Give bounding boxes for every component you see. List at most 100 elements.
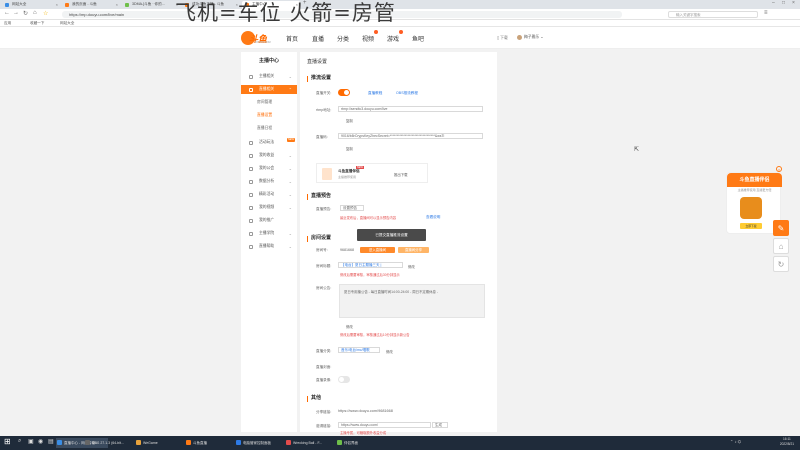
live-tutorial-link[interactable]: 直播教程 [368,91,382,96]
sidebar-item-videos[interactable]: 我的视频 ⌄ [241,203,297,212]
invite-generate-button[interactable]: 生成 [432,422,448,428]
refresh-float-icon[interactable]: ↻ [773,256,789,272]
tray-icons[interactable]: ⌃ ♪ ⌬ [730,439,741,444]
minimize-icon[interactable]: – [772,0,775,6]
preview-label: 直播预告: [316,207,332,211]
task-view-icon[interactable]: ▣ [28,438,34,445]
copy-rtmp-button[interactable]: 复制 [346,118,353,123]
edit-category-button[interactable]: 修改 [386,349,393,354]
bookmark-item[interactable]: 网站大全 [60,21,74,26]
browser-search-input[interactable]: 输入关键字搜索 [668,11,758,18]
taskbar-item[interactable]: 电脑管家控制面板 [235,438,279,448]
rtmp-label: rtmp地址: [316,108,332,112]
home-float-icon[interactable]: ⌂ [773,238,789,254]
sidebar-item-analytics[interactable]: 数据分析 ⌄ [241,177,297,186]
douyu-logo[interactable]: 斗鱼 DOUYU.COM [241,31,275,45]
forward-icon[interactable]: → [13,10,19,16]
sidebar-item-live[interactable]: 直播相关 ⌃ [241,85,297,94]
star-icon[interactable]: ☆ [43,10,48,17]
back-icon[interactable]: ← [4,10,10,16]
chevron-down-icon: ⌄ [288,153,292,158]
announcement-textarea[interactable]: 夏日专用播公告 - 每日直播时间14:00-24:00 - 周日不定期休息 - [339,284,485,318]
companion-title: 斗鱼直播伴侣 [338,169,360,173]
browser-pin-icon[interactable]: ◉ [38,438,43,445]
toast-message: 已提交直播推流设置 [357,229,426,241]
new-badge: NEW [286,138,295,142]
taskbar-item[interactable]: Wrecking Ball - F... [285,438,333,448]
bookmark-item[interactable]: 应用 [4,21,11,26]
explorer-pin-icon[interactable]: ▤ [48,438,54,445]
search-icon[interactable]: ⌕ [18,438,21,445]
sidebar-item-income[interactable]: 我的收益 ⌄ [241,151,297,160]
companion-subtitle: 主播推荐使用 [338,175,357,179]
sidebar-item-events[interactable]: 精彩活动 ⌄ [241,190,297,199]
copy-key-button[interactable]: 复制 [346,146,353,151]
avatar [517,34,522,40]
close-icon[interactable]: × [776,166,782,172]
taskbar-item[interactable]: OBS 27.1.3 (64-bit... [84,438,132,448]
rtmp-address-field[interactable]: rtmp://sendtc3.douyu.com/live [338,106,483,112]
feedback-icon[interactable]: ✎ [773,220,789,236]
nav-fishbar[interactable]: 鱼吧 [412,34,424,43]
nav-video[interactable]: 视频 [362,30,379,43]
video-icon [249,205,253,210]
sidebar-subitem-room[interactable]: 房间管理 [241,98,297,107]
taskbar-item-label: OBS 27.1.3 (64-bit... [92,441,124,445]
taskbar-item[interactable]: 伴侣界面 [336,438,376,448]
taskbar-item[interactable]: WeGame [135,438,179,448]
nav-category[interactable]: 分类 [337,34,349,43]
live-companion-card[interactable]: 斗鱼直播伴侣 NEW 主播推荐使用 推出下载 [316,163,428,183]
close-icon[interactable]: × [56,2,58,7]
companion-download-link[interactable]: 推出下载 [394,172,408,177]
promo-download-button[interactable]: 立即下载 [740,223,762,229]
taskbar-clock[interactable]: 16:11 2022/8/21 [780,437,794,447]
sidebar-item-activity[interactable]: 活动玩法 NEW [241,138,297,147]
sidebar-item-label: 主播相关 [259,74,275,78]
sidebar-item-help[interactable]: 直播帮助 ⌄ [241,242,297,251]
sidebar-subitem-live-settings[interactable]: 直播设置 [241,111,297,120]
live-switch-toggle[interactable] [338,89,350,96]
taskbar-item[interactable]: 斗鱼直播 [185,438,229,448]
maximize-icon[interactable]: □ [782,0,785,6]
browser-tab[interactable]: 3DMA-[斗鱼 · 你的... × [122,1,180,9]
set-preview-button[interactable]: 设置预告 [340,205,364,211]
category-field[interactable]: 音乐/电台/mc/唱歌 [338,347,380,353]
edit-announcement-button[interactable]: 修改 [346,324,353,329]
logo-subtext: DOUYU.COM [255,41,271,44]
refresh-icon[interactable]: ↻ [23,10,28,17]
mouse-cursor-icon: ⇱ [634,147,640,153]
download-app-link[interactable]: ▯ 下载 [497,35,508,41]
stream-key-field[interactable]: 9016/b8rCrypsKeyZhecSecret=*************… [338,133,483,139]
windows-start-icon[interactable]: ⊞ [4,437,11,446]
user-menu[interactable]: 梅子雅乐 ⌄ [517,34,543,40]
enter-room-button[interactable]: 进入直播间 [360,247,395,253]
sidebar-item-academy[interactable]: 主播学院 ⌄ [241,229,297,238]
home-icon[interactable]: ⌂ [33,10,37,16]
nav-live[interactable]: 直播 [312,34,324,43]
room-title-field[interactable]: 【电台】夏日主题播三天 | [338,262,403,268]
obs-tutorial-link[interactable]: OBS推流教程 [396,91,418,96]
sidebar-subitem-schedule[interactable]: 直播日程 [241,124,297,133]
sidebar-item-anchor[interactable]: 主播相关 ⌄ [241,72,297,81]
edit-room-title-button[interactable]: 修改 [408,264,415,269]
browser-tab[interactable]: 我的页面 - 斗鱼 × [62,1,120,9]
window-close-icon[interactable]: × [792,0,795,6]
menu-icon[interactable]: ≡ [764,10,768,16]
sidebar-item-promotion[interactable]: 我的推广 [241,216,297,225]
nav-game[interactable]: 游戏 [387,30,404,43]
record-toggle[interactable] [338,376,350,383]
notification-badge [374,30,379,34]
section-other: 其他 [307,395,321,402]
invite-link-field[interactable]: https://www.douyu.com/ [338,422,431,428]
nav-home[interactable]: 首页 [286,34,298,43]
close-icon[interactable]: × [116,2,118,7]
username: 梅子雅乐 [524,35,540,39]
share-room-button[interactable]: 直播间分享 [398,247,429,253]
sidebar-title: 主播中心 [258,58,279,64]
bookmark-item[interactable]: 收藏一下 [30,21,44,26]
browser-tab[interactable]: 网站大全 × [2,1,60,9]
sidebar-item-guild[interactable]: 我的公会 ⌄ [241,164,297,173]
preview-help-link[interactable]: 查看说明 [426,215,440,220]
app-icon [136,440,141,445]
app-icon [337,440,342,445]
